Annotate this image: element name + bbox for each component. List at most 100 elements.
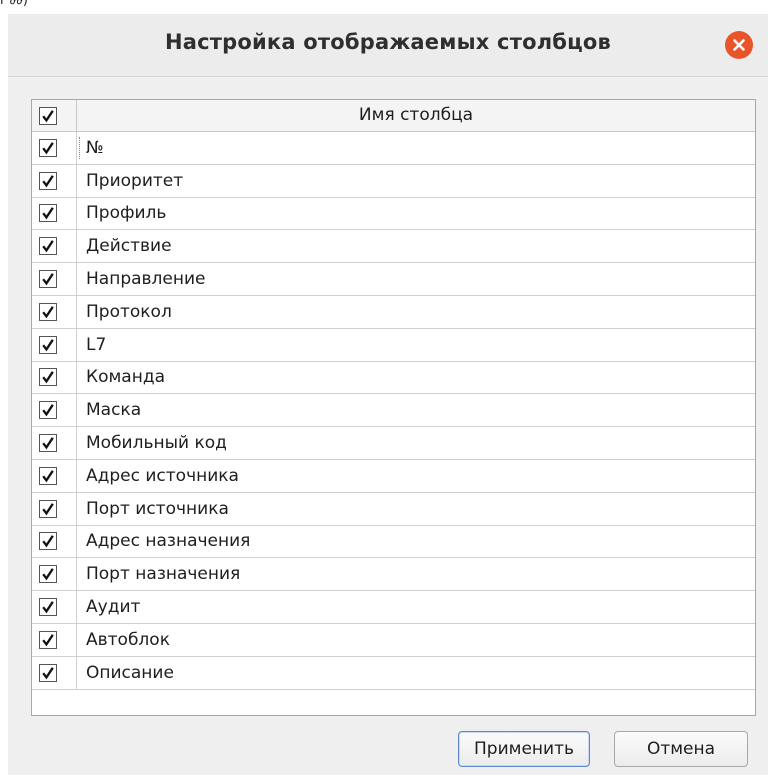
column-name-cell: Маска: [86, 400, 142, 421]
column-name-cell: Адрес назначения: [86, 531, 251, 552]
column-name-cell: Описание: [86, 662, 174, 683]
checkmark-icon: [42, 306, 54, 319]
row-checkbox[interactable]: [39, 434, 57, 453]
column-settings-dialog: Настройка отображаемых столбцов Имя стол…: [8, 14, 768, 775]
table-row[interactable]: Действие: [32, 230, 755, 264]
column-name-cell: Адрес источника: [86, 465, 239, 486]
row-check-cell: [32, 525, 77, 558]
row-check-cell: [32, 328, 77, 361]
header-check-cell: [32, 100, 77, 131]
checkmark-icon: [42, 634, 54, 647]
dialog-title: Настройка отображаемых столбцов: [164, 30, 612, 54]
checkmark-icon: [42, 338, 54, 352]
row-checkbox[interactable]: [39, 204, 57, 223]
row-check-cell: [32, 197, 77, 230]
table-row[interactable]: Автоблок: [32, 623, 755, 657]
row-check-cell: [32, 558, 77, 591]
column-name-cell: Порт источника: [86, 498, 229, 519]
column-name-cell: Действие: [86, 236, 172, 257]
background-window-strip: r ∂∂): [0, 0, 768, 14]
row-check-cell: [32, 394, 77, 427]
title-bar: Настройка отображаемых столбцов: [8, 14, 768, 77]
row-check-cell: [32, 427, 77, 459]
column-name-cell: №: [79, 132, 104, 164]
table-row[interactable]: №: [32, 132, 755, 165]
table-row[interactable]: Протокол: [32, 295, 755, 329]
select-all-checkbox[interactable]: [39, 106, 57, 125]
table-row[interactable]: Аудит: [32, 591, 755, 624]
column-name-cell: Аудит: [86, 597, 141, 618]
cancel-button[interactable]: Отмена: [614, 731, 748, 767]
columns-table: Имя столбца № Приоритет Профиль Действие Нап…: [31, 99, 756, 716]
row-checkbox[interactable]: [39, 565, 57, 584]
column-name-cell: Приоритет: [86, 170, 184, 191]
table-row[interactable]: Маска: [32, 394, 755, 428]
row-check-cell: [32, 361, 77, 394]
row-checkbox[interactable]: [39, 368, 57, 387]
table-row[interactable]: L7: [32, 328, 755, 362]
checkmark-icon: [42, 273, 54, 286]
table-row[interactable]: Адрес источника: [32, 459, 755, 493]
row-check-cell: [32, 230, 77, 263]
column-name-cell: Порт назначения: [86, 564, 241, 585]
apply-button[interactable]: Применить: [458, 731, 590, 767]
row-checkbox[interactable]: [39, 401, 57, 420]
row-check-cell: [32, 623, 77, 656]
row-check-cell: [32, 591, 77, 623]
table-row[interactable]: Адрес назначения: [32, 525, 755, 559]
checkmark-icon: [42, 568, 54, 581]
column-name-cell: Профиль: [86, 203, 167, 224]
checkmark-icon: [42, 601, 54, 614]
column-name-cell: Мобильный код: [86, 433, 227, 454]
row-checkbox[interactable]: [39, 663, 57, 682]
checkmark-icon: [42, 207, 54, 220]
checkmark-icon: [42, 437, 54, 450]
column-name-header[interactable]: Имя столбца: [77, 100, 755, 131]
row-checkbox[interactable]: [39, 270, 57, 289]
column-name-cell: L7: [86, 334, 107, 355]
close-button[interactable]: [725, 31, 753, 59]
row-check-cell: [32, 459, 77, 492]
row-checkbox[interactable]: [39, 466, 57, 485]
row-check-cell: [32, 492, 77, 525]
table-row[interactable]: Профиль: [32, 197, 755, 231]
row-check-cell: [32, 132, 77, 164]
table-body: № Приоритет Профиль Действие Направление Прот…: [32, 132, 755, 690]
table-header: Имя столбца: [32, 100, 755, 132]
row-check-cell: [32, 295, 77, 328]
checkmark-icon: [42, 174, 54, 188]
table-row[interactable]: Команда: [32, 361, 755, 395]
row-checkbox[interactable]: [39, 171, 57, 190]
close-icon: [733, 39, 745, 51]
row-checkbox[interactable]: [39, 499, 57, 518]
row-checkbox[interactable]: [39, 335, 57, 354]
row-checkbox[interactable]: [39, 532, 57, 551]
checkmark-icon: [42, 404, 54, 417]
column-name-cell: Направление: [86, 269, 206, 290]
row-checkbox[interactable]: [39, 598, 57, 617]
row-checkbox[interactable]: [39, 237, 57, 256]
row-checkbox[interactable]: [39, 302, 57, 321]
checkmark-icon: [42, 142, 54, 155]
column-name-cell: Автоблок: [86, 629, 170, 650]
column-name-cell: Протокол: [86, 301, 172, 322]
checkmark-icon: [42, 240, 54, 253]
row-check-cell: [32, 164, 77, 197]
table-row[interactable]: Мобильный код: [32, 427, 755, 460]
table-row[interactable]: Направление: [32, 263, 755, 296]
row-checkbox[interactable]: [39, 138, 57, 157]
table-row[interactable]: Порт назначения: [32, 558, 755, 592]
checkmark-icon: [42, 371, 54, 384]
row-check-cell: [32, 656, 77, 689]
checkmark-icon: [42, 470, 54, 483]
checkmark-icon: [42, 535, 54, 548]
table-row[interactable]: Порт источника: [32, 492, 755, 526]
table-row[interactable]: Описание: [32, 656, 755, 690]
checkmark-icon: [42, 666, 54, 680]
row-checkbox[interactable]: [39, 630, 57, 649]
checkmark-icon: [42, 109, 54, 122]
checkmark-icon: [42, 502, 54, 516]
table-row[interactable]: Приоритет: [32, 164, 755, 198]
background-text-fragment: r ∂∂): [0, 0, 28, 8]
column-name-cell: Команда: [86, 367, 165, 388]
